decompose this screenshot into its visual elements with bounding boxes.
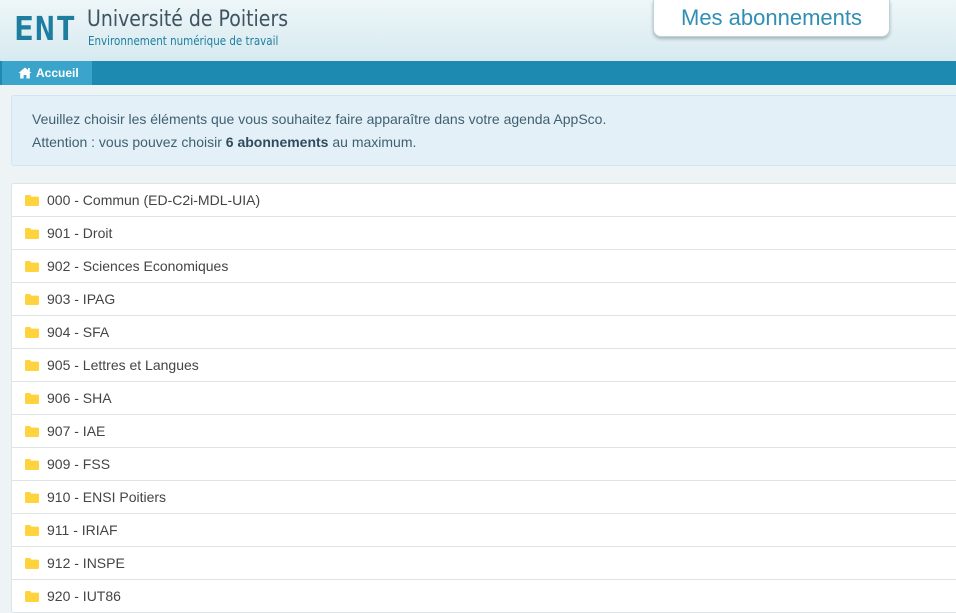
list-item-label: 906 - SHA xyxy=(47,390,112,406)
list-item-label: 902 - Sciences Economiques xyxy=(47,258,229,274)
header: ENT Université de Poitiers Environnement… xyxy=(0,0,956,61)
folder-icon xyxy=(25,458,47,470)
folder-icon xyxy=(25,260,47,272)
info-alert: Veuillez choisir les éléments que vous s… xyxy=(11,95,956,166)
list-item-label: 905 - Lettres et Langues xyxy=(47,357,199,373)
info-warning-suffix: au maximum. xyxy=(328,134,417,150)
nav-home-tab[interactable]: Accueil xyxy=(2,61,92,85)
logo-university-name: Université de Poitiers xyxy=(87,7,289,32)
info-max-count: 6 abonnements xyxy=(225,134,329,150)
folder-icon xyxy=(25,392,47,404)
list-item[interactable]: 902 - Sciences Economiques xyxy=(12,250,956,283)
list-item[interactable]: 912 - INSPE xyxy=(12,547,956,580)
folder-icon xyxy=(25,359,47,371)
folder-icon xyxy=(25,326,47,338)
list-item-label: 904 - SFA xyxy=(47,324,110,340)
list-item[interactable]: 909 - FSS xyxy=(12,448,956,481)
list-item-label: 910 - ENSI Poitiers xyxy=(47,489,167,505)
folder-icon xyxy=(25,557,47,569)
my-subscriptions-button[interactable]: Mes abonnements xyxy=(653,0,890,37)
folder-list: 000 - Commun (ED-C2i-MDL-UIA) 901 - Droit… xyxy=(11,183,956,613)
info-warning: Attention : vous pouvez choisir 6 abonne… xyxy=(32,134,416,150)
info-instruction: Veuillez choisir les éléments que vous s… xyxy=(32,111,607,127)
navbar: Accueil xyxy=(0,61,956,85)
list-item-label: 903 - IPAG xyxy=(47,291,116,307)
list-item[interactable]: 000 - Commun (ED-C2i-MDL-UIA) xyxy=(12,184,956,217)
logo-ent: ENT xyxy=(14,9,77,48)
list-item-label: 907 - IAE xyxy=(47,423,106,439)
list-item-label: 920 - IUT86 xyxy=(47,588,121,604)
folder-icon xyxy=(25,194,47,206)
info-warning-prefix: Attention : vous pouvez choisir xyxy=(32,134,226,150)
list-item-label: 911 - IRIAF xyxy=(47,522,118,538)
list-item-label: 000 - Commun (ED-C2i-MDL-UIA) xyxy=(47,192,261,208)
list-item[interactable]: 904 - SFA xyxy=(12,316,956,349)
list-item-label: 901 - Droit xyxy=(47,225,113,241)
list-item[interactable]: 901 - Droit xyxy=(12,217,956,250)
list-item[interactable]: 905 - Lettres et Langues xyxy=(12,349,956,382)
list-item-label: 909 - FSS xyxy=(47,456,111,472)
folder-icon xyxy=(25,293,47,305)
list-item[interactable]: 911 - IRIAF xyxy=(12,514,956,547)
list-item[interactable]: 907 - IAE xyxy=(12,415,956,448)
list-item[interactable]: 910 - ENSI Poitiers xyxy=(12,481,956,514)
nav-home-label: Accueil xyxy=(36,66,79,80)
list-item[interactable]: 920 - IUT86 xyxy=(12,580,956,612)
folder-icon xyxy=(25,590,47,602)
home-icon xyxy=(18,67,32,79)
folder-icon xyxy=(25,227,47,239)
list-item[interactable]: 903 - IPAG xyxy=(12,283,956,316)
folder-icon xyxy=(25,425,47,437)
folder-icon xyxy=(25,491,47,503)
logo-subtitle: Environnement numérique de travail xyxy=(88,34,279,48)
folder-icon xyxy=(25,524,47,536)
list-item[interactable]: 906 - SHA xyxy=(12,382,956,415)
list-item-label: 912 - INSPE xyxy=(47,555,125,571)
